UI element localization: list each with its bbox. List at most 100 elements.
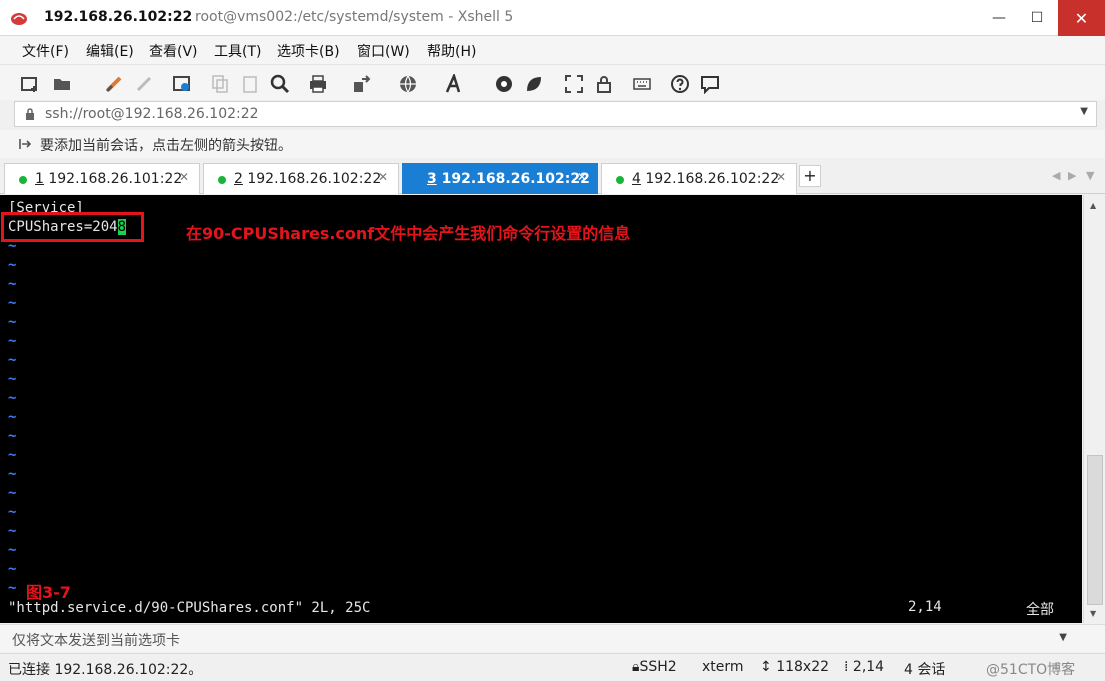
address-bar[interactable]: ssh://root@192.168.26.102:22 ▼ xyxy=(14,101,1097,127)
help-icon[interactable] xyxy=(670,74,690,94)
tilde-line: ~ xyxy=(8,371,17,387)
close-icon[interactable]: ✕ xyxy=(179,170,189,184)
print-icon[interactable] xyxy=(308,74,328,94)
font-icon[interactable] xyxy=(444,74,464,94)
tilde-line: ~ xyxy=(8,276,17,292)
tab-scroll-left-icon[interactable]: ◀ xyxy=(1052,169,1060,182)
tilde-line: ~ xyxy=(8,523,17,539)
tilde-line: ~ xyxy=(8,352,17,368)
menu-tools[interactable]: 工具(T) xyxy=(214,41,261,61)
status-dot-icon xyxy=(218,176,226,184)
tab-session-4[interactable]: 4 192.168.26.102:22 ✕ xyxy=(601,163,797,194)
tilde-line: ~ xyxy=(8,504,17,520)
vertical-scrollbar[interactable]: ▲ ▼ xyxy=(1083,195,1105,623)
xftp-icon[interactable] xyxy=(494,74,514,94)
menu-bar: 文件(F) 编辑(E) 查看(V) 工具(T) 选项卡(B) 窗口(W) 帮助(… xyxy=(0,36,1105,64)
new-session-icon[interactable] xyxy=(20,74,40,94)
xshell-logo-icon xyxy=(11,13,27,25)
tab-strip: 1 192.168.26.101:22 ✕ 2 192.168.26.102:2… xyxy=(0,160,1105,194)
lock-icon xyxy=(26,108,34,120)
connection-status: 已连接 192.168.26.102:22。 xyxy=(8,662,203,678)
highlight-box xyxy=(1,212,144,242)
tab-session-3[interactable]: 3 192.168.26.102:22 ✕ xyxy=(402,163,598,194)
status-bar: 已连接 192.168.26.102:22。 🔒︎SSH2 xterm ↕ 11… xyxy=(0,653,1105,681)
minimize-icon: — xyxy=(992,10,1006,26)
tab-session-1[interactable]: 1 192.168.26.101:22 ✕ xyxy=(4,163,200,194)
close-icon[interactable]: ✕ xyxy=(776,170,786,184)
menu-view[interactable]: 查看(V) xyxy=(149,41,198,61)
keyboard-icon[interactable] xyxy=(632,74,652,94)
open-folder-icon[interactable] xyxy=(52,74,72,94)
tilde-line: ~ xyxy=(8,257,17,273)
maximize-button[interactable]: ☐ xyxy=(1020,0,1054,36)
transfer-icon[interactable] xyxy=(352,74,372,94)
tilde-line: ~ xyxy=(8,447,17,463)
tilde-line: ~ xyxy=(8,238,17,254)
watermark: @51CTO博客 xyxy=(986,662,1076,678)
tab-label: 3 192.168.26.102:22 xyxy=(427,171,590,187)
status-dot-icon xyxy=(19,176,27,184)
tab-label: 2 192.168.26.102:22 xyxy=(234,171,382,187)
tab-label: 1 192.168.26.101:22 xyxy=(35,171,183,187)
compose-bar[interactable]: 仅将文本发送到当前选项卡 ▼ xyxy=(0,624,1105,652)
paste-icon[interactable] xyxy=(240,74,260,94)
tilde-line: ~ xyxy=(8,409,17,425)
chevron-down-icon[interactable]: ▼ xyxy=(1080,106,1088,117)
close-icon[interactable]: ✕ xyxy=(577,170,587,184)
fullscreen-icon[interactable] xyxy=(564,74,584,94)
close-icon: ✕ xyxy=(1074,8,1089,28)
globe-icon[interactable] xyxy=(398,74,418,94)
vim-status-all: 全部 xyxy=(1026,602,1054,618)
disconnect-icon[interactable] xyxy=(134,74,154,94)
scrollbar-thumb[interactable] xyxy=(1087,455,1103,605)
tilde-line: ~ xyxy=(8,466,17,482)
tilde-line: ~ xyxy=(8,314,17,330)
menu-window[interactable]: 窗口(W) xyxy=(357,41,410,61)
tab-session-2[interactable]: 2 192.168.26.102:22 ✕ xyxy=(203,163,399,194)
menu-help[interactable]: 帮助(H) xyxy=(427,41,476,61)
copy-icon[interactable] xyxy=(210,74,230,94)
menu-file[interactable]: 文件(F) xyxy=(22,41,69,61)
terminal-type: xterm xyxy=(702,659,744,675)
tilde-line: ~ xyxy=(8,542,17,558)
tilde-line: ~ xyxy=(8,561,17,577)
tilde-line: ~ xyxy=(8,390,17,406)
compose-input[interactable]: 仅将文本发送到当前选项卡 xyxy=(12,630,180,650)
hint-text: 要添加当前会话，点击左侧的箭头按钮。 xyxy=(40,138,292,154)
tab-label: 4 192.168.26.102:22 xyxy=(632,171,780,187)
title-bar: 192.168.26.102:22 root@vms002:/etc/syste… xyxy=(0,0,1105,36)
vim-status-position: 2,14 xyxy=(908,599,942,615)
minimize-button[interactable]: — xyxy=(982,0,1016,36)
tab-menu-icon[interactable]: ▼ xyxy=(1086,169,1094,182)
toolbar xyxy=(0,64,1105,100)
find-icon[interactable] xyxy=(270,74,290,94)
address-input[interactable]: ssh://root@192.168.26.102:22 xyxy=(45,106,259,122)
tilde-line: ~ xyxy=(8,295,17,311)
cursor-icon: ⁞ xyxy=(844,659,853,675)
close-icon[interactable]: ✕ xyxy=(378,170,388,184)
chat-icon[interactable] xyxy=(700,74,720,94)
scroll-down-icon[interactable]: ▼ xyxy=(1090,609,1096,618)
maximize-icon: ☐ xyxy=(1030,10,1044,26)
chevron-down-icon[interactable]: ▼ xyxy=(1059,632,1067,643)
cursor-position: ⁞ 2,14 xyxy=(844,659,885,675)
menu-edit[interactable]: 编辑(E) xyxy=(86,41,134,61)
scroll-up-icon[interactable]: ▲ xyxy=(1090,201,1096,210)
reconnect-icon[interactable] xyxy=(104,74,124,94)
arrow-bookmark-icon[interactable] xyxy=(18,137,32,151)
protocol-status: 🔒︎SSH2 xyxy=(632,659,677,675)
vim-status-file: "httpd.service.d/90-CPUShares.conf" 2L, … xyxy=(8,600,371,616)
close-button[interactable]: ✕ xyxy=(1058,0,1105,36)
lock-icon[interactable] xyxy=(594,74,614,94)
menu-tabs[interactable]: 选项卡(B) xyxy=(277,41,340,61)
terminal-size: ↕ 118x22 xyxy=(760,659,830,675)
tilde-line: ~ xyxy=(8,580,17,596)
terminal-area[interactable]: [Service] CPUShares=2048 在90-CPUShares.c… xyxy=(0,195,1082,623)
properties-icon[interactable] xyxy=(172,74,192,94)
xmanager-icon[interactable] xyxy=(524,74,544,94)
tab-scroll-right-icon[interactable]: ▶ xyxy=(1068,169,1076,182)
session-count: 4 会话 xyxy=(904,662,946,678)
new-tab-button[interactable]: + xyxy=(799,165,821,187)
session-hint-bar: 要添加当前会话，点击左侧的箭头按钮。 xyxy=(0,130,1105,158)
tilde-line: ~ xyxy=(8,485,17,501)
